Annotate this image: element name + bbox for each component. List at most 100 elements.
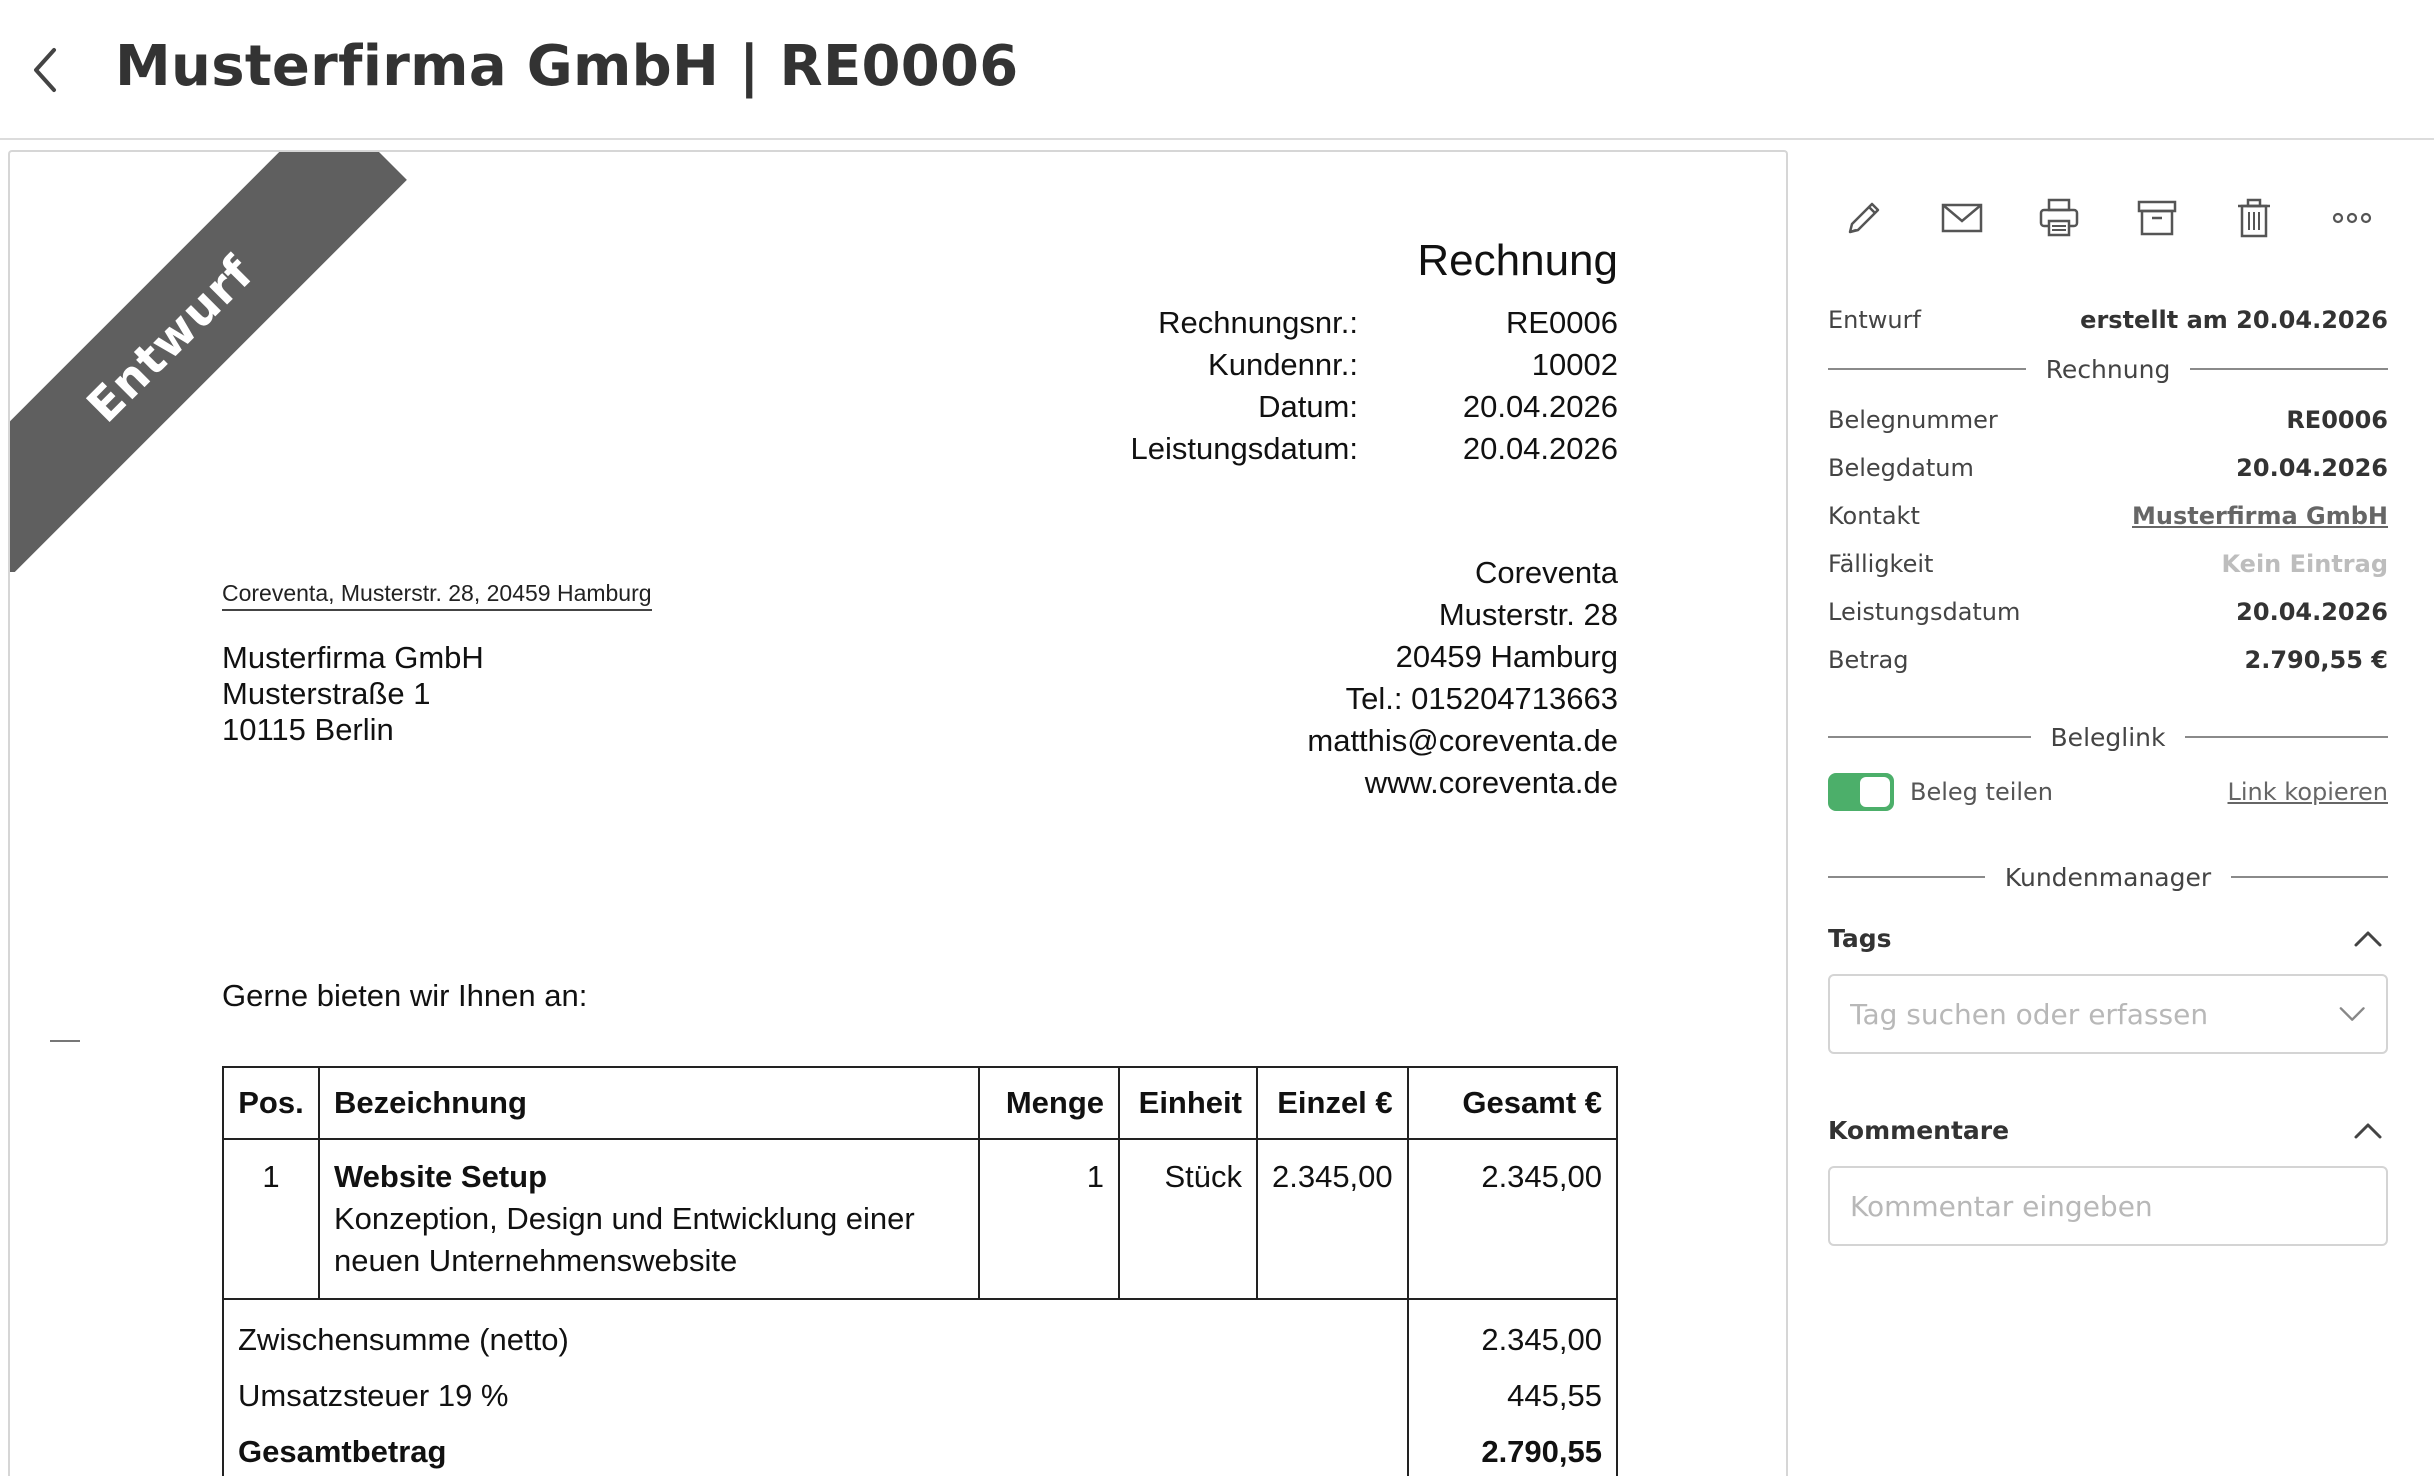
delete-button[interactable]	[2218, 182, 2290, 254]
tag-search-input[interactable]	[1850, 997, 2338, 1031]
action-toolbar	[1828, 170, 2388, 266]
total-value: 2.790,55	[1481, 1434, 1602, 1469]
meta-row: Kundennr.: 10002	[1058, 344, 1618, 386]
totals-values: 2.345,00 445,55 2.790,55	[1406, 1298, 1619, 1476]
recipient-address: Musterfirma GmbH Musterstraße 1 10115 Be…	[222, 640, 484, 748]
section-title: Kundenmanager	[2004, 862, 2212, 892]
col-einheit: Einheit	[1118, 1066, 1258, 1140]
section-title: Rechnung	[2045, 354, 2171, 384]
recipient-street: Musterstraße 1	[222, 676, 431, 711]
table-row: 1 Website Setup Konzeption, Design und E…	[222, 1138, 1619, 1300]
print-button[interactable]	[2023, 182, 2095, 254]
field-label: Kontakt	[1828, 502, 1920, 530]
meta-label: Rechnungsnr.:	[1158, 305, 1358, 340]
totals-row: Zwischensumme (netto) Umsatzsteuer 19 % …	[222, 1298, 1619, 1476]
comment-input[interactable]	[1850, 1189, 2366, 1223]
sender-line: Coreventa, Musterstr. 28, 20459 Hamburg	[222, 580, 652, 611]
comment-box[interactable]	[1828, 1166, 2388, 1246]
comments-header[interactable]: Kommentare	[1828, 1110, 2388, 1150]
share-row: Beleg teilen Link kopieren	[1828, 772, 2388, 812]
trash-icon	[2238, 198, 2271, 238]
field-betrag: Betrag 2.790,55 €	[1828, 646, 2388, 674]
back-button[interactable]	[20, 38, 70, 102]
document-type: Rechnung	[1417, 236, 1618, 285]
chevron-up-icon[interactable]	[2348, 918, 2388, 958]
col-menge: Menge	[978, 1066, 1121, 1140]
field-faelligkeit: Fälligkeit Kein Eintrag	[1828, 550, 2388, 578]
printer-icon	[2039, 198, 2079, 237]
fold-mark	[50, 1040, 80, 1042]
invoice-meta: Rechnungsnr.: RE0006 Kundennr.: 10002 Da…	[1058, 302, 1618, 470]
edit-button[interactable]	[1828, 182, 1900, 254]
field-label: Leistungsdatum	[1828, 598, 2021, 626]
field-leistungsdatum: Leistungsdatum 20.04.2026	[1828, 598, 2388, 626]
section-title: Beleglink	[2050, 722, 2166, 752]
copy-link-button[interactable]: Link kopieren	[2228, 778, 2389, 806]
company-website: www.coreventa.de	[1364, 765, 1618, 800]
col-gesamt: Gesamt €	[1406, 1066, 1619, 1140]
item-description: neuen Unternehmenswebsite	[333, 1243, 738, 1278]
share-toggle[interactable]	[1828, 773, 1894, 811]
line-items-table: Pos. Bezeichnung Menge Einheit Einzel € …	[222, 1066, 1619, 1476]
meta-row: Leistungsdatum: 20.04.2026	[1058, 428, 1618, 470]
email-button[interactable]	[1926, 182, 1998, 254]
company-street: Musterstr. 28	[1438, 597, 1618, 632]
item-title: Website Setup	[333, 1159, 548, 1194]
document-preview: Entwurf Rechnung Rechnungsnr.: RE0006 Ku…	[8, 150, 1788, 1476]
field-belegnummer: Belegnummer RE0006	[1828, 406, 2388, 434]
field-value: 2.790,55 €	[2244, 646, 2388, 674]
subtotal-label: Zwischensumme (netto)	[238, 1322, 569, 1357]
back-arrow-icon	[34, 48, 56, 92]
cell-einheit: Stück	[1118, 1138, 1258, 1300]
section-beleglink: Beleglink	[1828, 720, 2389, 754]
tags-header[interactable]: Tags	[1828, 918, 2388, 958]
tag-select[interactable]	[1828, 974, 2388, 1054]
contact-link[interactable]: Musterfirma GmbH	[2132, 502, 2388, 530]
archive-icon	[2137, 200, 2177, 236]
status-label: Entwurf	[1828, 306, 1921, 334]
archive-button[interactable]	[2121, 182, 2193, 254]
col-pos: Pos.	[222, 1066, 320, 1140]
section-kundenmanager: Kundenmanager	[1828, 860, 2388, 894]
more-icon	[2332, 212, 2372, 224]
cell-gesamt: 2.345,00	[1406, 1138, 1619, 1300]
more-button[interactable]	[2316, 182, 2388, 254]
cell-bezeichnung: Website Setup Konzeption, Design und Ent…	[317, 1138, 981, 1300]
meta-value: 20.04.2026	[1462, 389, 1618, 424]
draft-ribbon: Entwurf	[10, 152, 430, 572]
share-label: Beleg teilen	[1910, 778, 2054, 806]
company-email: matthis@coreventa.de	[1307, 723, 1618, 758]
meta-value: 10002	[1531, 347, 1618, 382]
tax-value: 445,55	[1507, 1378, 1602, 1413]
mail-icon	[1941, 203, 1982, 233]
field-value: RE0006	[2286, 406, 2388, 434]
field-label: Belegdatum	[1828, 454, 1974, 482]
invoice-document: Entwurf Rechnung Rechnungsnr.: RE0006 Ku…	[10, 152, 1786, 1476]
company-city: 20459 Hamburg	[1395, 639, 1618, 674]
section-rechnung: Rechnung	[1828, 352, 2388, 386]
created-date: erstellt am 20.04.2026	[2080, 306, 2388, 334]
field-label: Fälligkeit	[1828, 550, 1934, 578]
meta-label: Kundennr.:	[1208, 347, 1358, 382]
field-value: 20.04.2026	[2236, 454, 2388, 482]
item-description: Konzeption, Design und Entwicklung einer	[333, 1201, 915, 1236]
tax-label: Umsatzsteuer 19 %	[238, 1378, 509, 1413]
subtotal-value: 2.345,00	[1481, 1322, 1602, 1357]
pencil-icon	[1848, 202, 1880, 234]
meta-label: Datum:	[1258, 389, 1358, 424]
company-info: Coreventa Musterstr. 28 20459 Hamburg Te…	[1307, 552, 1618, 804]
meta-label: Leistungsdatum:	[1130, 431, 1358, 466]
cell-einzel: 2.345,00	[1255, 1138, 1409, 1300]
field-belegdatum: Belegdatum 20.04.2026	[1828, 454, 2388, 482]
field-kontakt: Kontakt Musterfirma GmbH	[1828, 502, 2388, 530]
table-header-row: Pos. Bezeichnung Menge Einheit Einzel € …	[222, 1066, 1619, 1140]
cell-pos: 1	[222, 1138, 320, 1300]
chevron-up-icon[interactable]	[2348, 1110, 2388, 1150]
field-label: Belegnummer	[1828, 406, 1998, 434]
status-row: Entwurf erstellt am 20.04.2026	[1828, 306, 2388, 334]
cell-menge: 1	[978, 1138, 1121, 1300]
company-name: Coreventa	[1474, 555, 1618, 590]
col-einzel: Einzel €	[1255, 1066, 1409, 1140]
meta-row: Rechnungsnr.: RE0006	[1058, 302, 1618, 344]
details-sidebar: Entwurf erstellt am 20.04.2026 Rechnung …	[1828, 150, 2389, 1476]
